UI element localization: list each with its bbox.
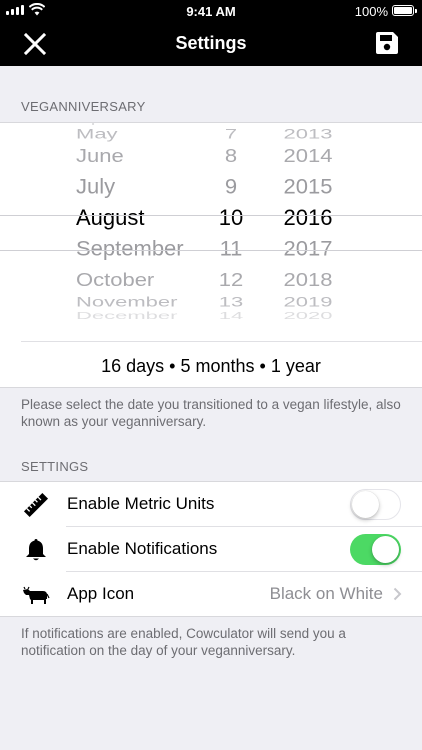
settings-section-header: SETTINGS (21, 459, 89, 474)
picker-year: 2020 (283, 310, 333, 322)
picker-row-selected[interactable]: August 10 2016 (0, 203, 422, 233)
battery-icon (392, 5, 417, 16)
picker-year: 2013 (283, 125, 333, 142)
veganniversary-footnote: Please select the date you transitioned … (21, 397, 401, 429)
picker-year: 2017 (283, 236, 333, 261)
picker-row[interactable]: July 9 2015 (0, 173, 422, 202)
setting-label-app-icon: App Icon (67, 584, 135, 603)
picker-day: 9 (224, 174, 238, 199)
toggle-knob (372, 536, 399, 563)
picker-month: October (76, 269, 155, 291)
picker-row[interactable]: October 12 2018 (0, 267, 422, 292)
picker-year: 2015 (283, 174, 333, 199)
picker-row[interactable]: May 7 2013 (0, 125, 422, 144)
ruler-icon (23, 492, 49, 518)
picker-month: June (76, 145, 124, 167)
picker-day: 10 (218, 205, 244, 230)
picker-day: 14 (218, 310, 244, 322)
chevron-right-icon (393, 587, 402, 601)
setting-row-app-icon[interactable]: App Icon Black on White (0, 572, 422, 617)
duration-summary: 16 days • 5 months • 1 year (101, 356, 321, 376)
cow-icon (23, 586, 50, 604)
setting-label-metric-units: Enable Metric Units (67, 494, 215, 513)
veganniversary-section-header: VEGANNIVERSARY (21, 99, 146, 114)
setting-label-notifications: Enable Notifications (67, 539, 218, 558)
picker-year: 2016 (283, 205, 333, 230)
metric-units-toggle[interactable] (350, 489, 401, 520)
picker-selection-top-line (0, 215, 422, 216)
bell-icon (26, 539, 46, 561)
date-picker-card: April62012May72013June82014July92015Augu… (0, 122, 422, 388)
navigation-bar: Settings (0, 22, 422, 66)
status-bar: 9:41 AM 100% (0, 0, 422, 22)
picker-day: 8 (224, 145, 238, 167)
picker-day: 12 (218, 269, 244, 291)
page-title: Settings (175, 33, 247, 53)
picker-row[interactable]: September 11 2017 (0, 235, 422, 264)
settings-footnote: If notifications are enabled, Cowculator… (21, 626, 346, 658)
picker-month: July (76, 174, 116, 199)
picker-day: 11 (219, 236, 243, 261)
picker-month: August (76, 205, 145, 230)
save-icon[interactable] (374, 30, 400, 56)
picker-row[interactable]: December 14 2020 (0, 309, 422, 323)
picker-year: 2014 (283, 145, 333, 167)
picker-month: May (76, 125, 118, 142)
battery-percentage: 100% (354, 4, 388, 19)
top-bar: 9:41 AM 100% Settings (0, 0, 422, 66)
date-picker-wheel[interactable]: April62012May72013June82014July92015Augu… (0, 123, 422, 333)
picker-month: December (76, 310, 178, 322)
settings-list: Enable Metric Units Enable Notifications… (0, 481, 422, 617)
app-icon-value: Black on White (269, 584, 383, 603)
setting-row-metric-units[interactable]: Enable Metric Units (0, 482, 422, 527)
picker-divider (21, 341, 422, 342)
picker-selection-bottom-line (0, 250, 422, 251)
picker-day: 7 (224, 125, 238, 142)
notifications-toggle[interactable] (350, 534, 401, 565)
setting-row-notifications[interactable]: Enable Notifications (0, 527, 422, 572)
picker-month: September (76, 236, 184, 261)
picker-row[interactable]: June 8 2014 (0, 143, 422, 168)
picker-year: 2018 (283, 269, 333, 291)
toggle-knob (352, 491, 379, 518)
